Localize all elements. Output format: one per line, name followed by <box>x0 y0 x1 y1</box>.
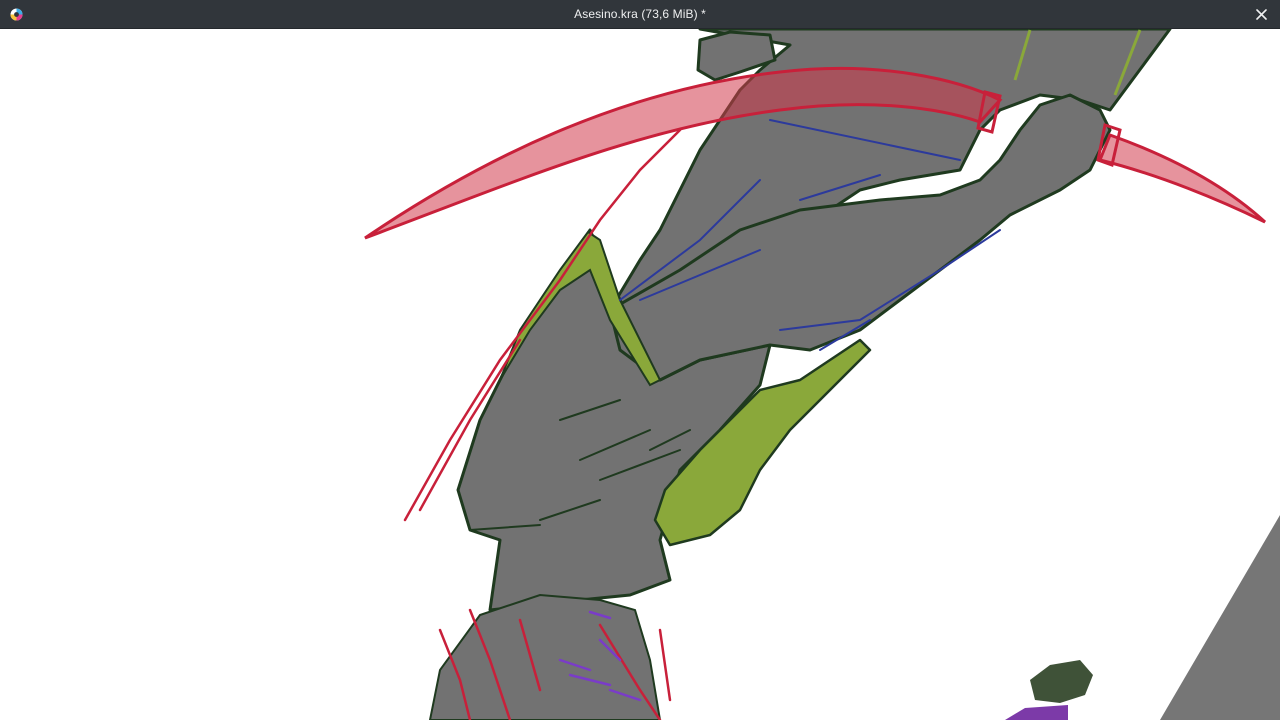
window-title: Asesino.kra (73,6 MiB) * <box>574 7 706 21</box>
krita-window: Asesino.kra (73,6 MiB) * <box>0 0 1280 720</box>
grey-slab <box>1160 515 1280 720</box>
close-button[interactable] <box>1250 4 1272 25</box>
title-bar[interactable]: Asesino.kra (73,6 MiB) * <box>0 0 1280 29</box>
drawing-canvas[interactable] <box>0 29 1280 720</box>
artwork <box>364 29 1280 720</box>
close-icon <box>1255 9 1267 20</box>
purple-fabric <box>1005 705 1068 720</box>
red-blade-tip <box>1097 133 1267 224</box>
dark-green-blob <box>1030 660 1093 703</box>
krita-icon[interactable] <box>10 8 23 21</box>
